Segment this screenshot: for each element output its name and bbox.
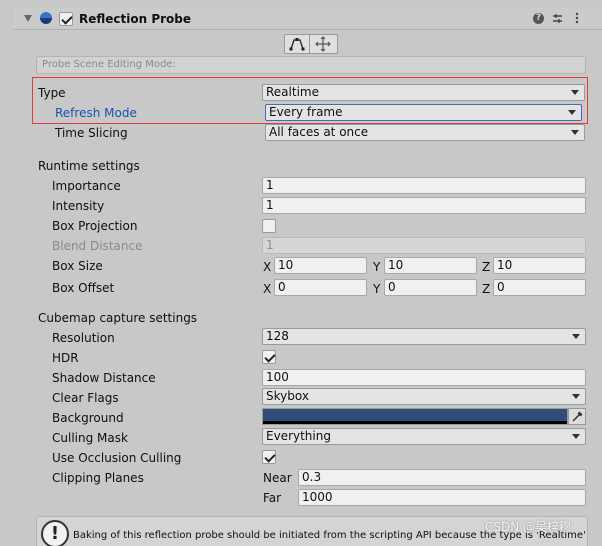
- clear-flags-dropdown[interactable]: Skybox: [262, 388, 586, 405]
- culling-mask-label: Culling Mask: [52, 431, 128, 445]
- box-size-x-axis-label: X: [263, 260, 272, 274]
- box-offset-label: Box Offset: [52, 281, 115, 295]
- shadow-distance-label: Shadow Distance: [52, 371, 156, 385]
- chevron-down-icon: [572, 394, 580, 399]
- preset-icon[interactable]: [552, 13, 563, 24]
- chevron-down-icon: [571, 130, 579, 135]
- edit-origin-button[interactable]: [310, 34, 338, 54]
- move-icon: [315, 36, 331, 52]
- intensity-label: Intensity: [52, 199, 105, 213]
- highlight-box: [32, 77, 588, 124]
- box-size-y-field[interactable]: 10: [384, 257, 477, 274]
- clear-flags-label: Clear Flags: [52, 391, 119, 405]
- shadow-distance-field[interactable]: 100: [262, 369, 586, 386]
- blend-distance-label: Blend Distance: [52, 239, 143, 253]
- resolution-label: Resolution: [52, 331, 115, 345]
- box-projection-label: Box Projection: [52, 219, 138, 233]
- occlusion-culling-label: Use Occlusion Culling: [52, 451, 182, 465]
- time-slicing-dropdown[interactable]: All faces at once: [265, 124, 585, 141]
- importance-label: Importance: [52, 179, 121, 193]
- chevron-down-icon: [572, 434, 580, 439]
- edit-bounds-icon: [289, 38, 305, 51]
- box-size-x-field[interactable]: 10: [274, 257, 367, 274]
- color-alpha-bar: [263, 421, 567, 424]
- box-projection-checkbox[interactable]: [262, 219, 276, 233]
- chevron-down-icon: [572, 334, 580, 339]
- watermark: CSDN @吴梓穆: [485, 520, 572, 534]
- box-offset-z-field[interactable]: 0: [493, 279, 586, 296]
- background-color-field[interactable]: [262, 408, 568, 425]
- resolution-dropdown[interactable]: 128: [262, 328, 586, 345]
- clear-flags-value: Skybox: [266, 389, 309, 403]
- occlusion-culling-checkbox[interactable]: [262, 450, 276, 464]
- warning-icon: !: [41, 520, 69, 546]
- box-offset-z-axis-label: Z: [482, 282, 491, 296]
- resolution-value: 128: [266, 329, 289, 343]
- time-slicing-value: All faces at once: [269, 125, 369, 139]
- cubemap-settings-header: Cubemap capture settings: [38, 311, 198, 325]
- importance-field[interactable]: 1: [262, 177, 586, 194]
- box-size-y-axis-label: Y: [373, 260, 381, 274]
- box-offset-y-field[interactable]: 0: [384, 279, 477, 296]
- background-label: Background: [52, 411, 124, 425]
- box-size-z-axis-label: Z: [482, 260, 491, 274]
- time-slicing-label: Time Slicing: [55, 126, 128, 140]
- hdr-label: HDR: [52, 351, 79, 365]
- hdr-checkbox[interactable]: [262, 350, 276, 364]
- near-field[interactable]: 0.3: [298, 469, 586, 486]
- box-size-label: Box Size: [52, 259, 103, 273]
- foldout-arrow[interactable]: [24, 15, 32, 22]
- edit-bounds-button[interactable]: [284, 34, 310, 54]
- box-size-z-field[interactable]: 10: [493, 257, 586, 274]
- help-icon[interactable]: ?: [533, 13, 544, 24]
- component-enabled-checkbox[interactable]: [59, 12, 73, 26]
- blend-distance-field: 1: [262, 237, 586, 254]
- box-offset-x-field[interactable]: 0: [274, 279, 367, 296]
- far-label: Far: [263, 491, 282, 505]
- component-title: Reflection Probe: [79, 12, 192, 26]
- near-label: Near: [263, 471, 292, 485]
- scene-editing-mode-label: Probe Scene Editing Mode:: [42, 59, 176, 70]
- clipping-planes-label: Clipping Planes: [52, 471, 144, 485]
- culling-mask-dropdown[interactable]: Everything: [262, 428, 586, 445]
- far-field[interactable]: 1000: [298, 489, 586, 506]
- box-offset-y-axis-label: Y: [373, 282, 381, 296]
- runtime-settings-header: Runtime settings: [38, 159, 140, 173]
- culling-mask-value: Everything: [266, 429, 331, 443]
- reflection-probe-icon: [40, 12, 52, 24]
- intensity-field[interactable]: 1: [262, 197, 586, 214]
- box-offset-x-axis-label: X: [263, 282, 272, 296]
- eyedropper-icon[interactable]: [568, 408, 586, 425]
- kebab-menu-icon[interactable]: [575, 12, 579, 24]
